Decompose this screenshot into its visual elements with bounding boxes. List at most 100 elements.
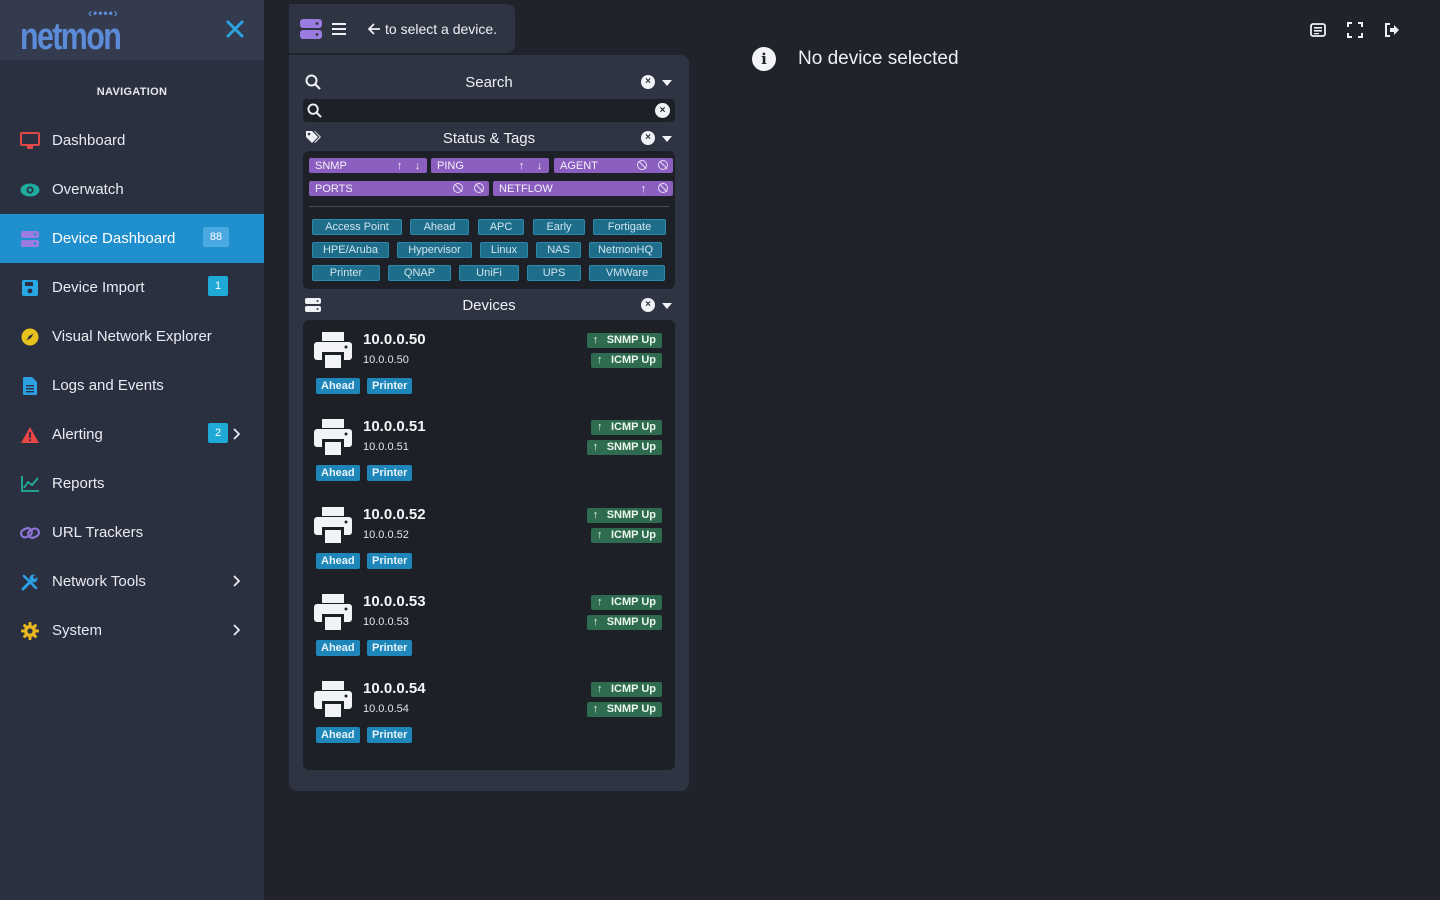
search-input[interactable] bbox=[329, 99, 649, 122]
nav-label: Reports bbox=[52, 475, 105, 492]
device-tag[interactable]: Printer bbox=[367, 553, 413, 569]
server-icon bbox=[20, 229, 40, 249]
gear-icon bbox=[20, 621, 40, 641]
nav-item-network-tools[interactable]: Network Tools bbox=[0, 557, 264, 606]
arrow-up-icon[interactable]: ↑ bbox=[393, 159, 406, 172]
status-filter-ports[interactable]: PORTS bbox=[309, 181, 489, 196]
tag-ahead[interactable]: Ahead bbox=[410, 219, 469, 235]
arrow-up-icon[interactable]: ↑ bbox=[515, 159, 528, 172]
newspaper-icon[interactable] bbox=[1310, 22, 1326, 38]
nav-item-dashboard[interactable]: Dashboard bbox=[0, 116, 264, 165]
device-tag[interactable]: Ahead bbox=[316, 553, 360, 569]
tag-qnap[interactable]: QNAP bbox=[388, 265, 451, 281]
nav-item-device-import[interactable]: Device Import 1 bbox=[0, 263, 264, 312]
arrow-up-icon[interactable]: ↑ bbox=[637, 182, 650, 195]
server-icon[interactable] bbox=[300, 18, 322, 39]
ban-icon[interactable] bbox=[474, 183, 484, 193]
device-row[interactable]: 10.0.0.53 10.0.0.53 Ahead Printer ICMP U… bbox=[303, 582, 675, 669]
device-name: 10.0.0.51 bbox=[363, 418, 426, 435]
clear-status-tags-icon[interactable]: × bbox=[641, 131, 655, 145]
clear-input-icon[interactable]: × bbox=[655, 103, 670, 118]
device-list: 10.0.0.50 10.0.0.50 Ahead Printer SNMP U… bbox=[303, 320, 675, 770]
tag-access-point[interactable]: Access Point bbox=[312, 219, 402, 235]
close-sidebar-icon[interactable] bbox=[224, 18, 246, 40]
caret-down-icon[interactable] bbox=[662, 80, 672, 86]
device-row[interactable]: 10.0.0.50 10.0.0.50 Ahead Printer SNMP U… bbox=[303, 320, 675, 407]
tag-hypervisor[interactable]: Hypervisor bbox=[397, 242, 472, 258]
tag-nas[interactable]: NAS bbox=[536, 242, 581, 258]
chevron-right-icon bbox=[233, 624, 240, 636]
tag-printer[interactable]: Printer bbox=[312, 265, 380, 281]
status-up-badge: SNMP Up bbox=[586, 508, 662, 523]
device-panel-toolbar: to select a device. bbox=[289, 4, 515, 53]
chevron-right-icon bbox=[233, 428, 240, 440]
arrow-left-icon bbox=[368, 22, 380, 35]
device-tag[interactable]: Ahead bbox=[316, 378, 360, 394]
search-section-header[interactable]: Search × bbox=[303, 70, 675, 94]
nav-label: Visual Network Explorer bbox=[52, 328, 212, 345]
search-field[interactable]: × bbox=[303, 99, 675, 122]
caret-down-icon[interactable] bbox=[662, 303, 672, 309]
nav-item-system[interactable]: System bbox=[0, 606, 264, 655]
divider bbox=[309, 206, 669, 207]
nav-item-reports[interactable]: Reports bbox=[0, 459, 264, 508]
tag-vmware[interactable]: VMWare bbox=[589, 265, 665, 281]
device-tag[interactable]: Ahead bbox=[316, 727, 360, 743]
device-row[interactable]: 10.0.0.54 10.0.0.54 Ahead Printer ICMP U… bbox=[303, 669, 675, 756]
logout-icon[interactable] bbox=[1384, 22, 1400, 38]
nav-item-visual-network-explorer[interactable]: Visual Network Explorer bbox=[0, 312, 264, 361]
fullscreen-icon[interactable] bbox=[1347, 22, 1363, 38]
status-label: SNMP bbox=[315, 159, 347, 172]
device-tag[interactable]: Printer bbox=[367, 640, 413, 656]
arrow-down-icon[interactable]: ↓ bbox=[533, 159, 546, 172]
status-tags-section-header[interactable]: Status & Tags × bbox=[303, 126, 675, 150]
status-filter-ping[interactable]: PING ↑ ↓ bbox=[431, 158, 549, 173]
clear-devices-icon[interactable]: × bbox=[641, 298, 655, 312]
tag-early[interactable]: Early bbox=[533, 219, 585, 235]
tag-hpe-aruba[interactable]: HPE/Aruba bbox=[312, 242, 389, 258]
caret-down-icon[interactable] bbox=[662, 136, 672, 142]
status-filter-netflow[interactable]: NETFLOW ↑ bbox=[493, 181, 673, 196]
arrow-down-icon[interactable]: ↓ bbox=[411, 159, 424, 172]
nav-item-alerting[interactable]: Alerting 2 bbox=[0, 410, 264, 459]
nav-item-overwatch[interactable]: Overwatch bbox=[0, 165, 264, 214]
status-filter-agent[interactable]: AGENT bbox=[554, 158, 673, 173]
device-ip: 10.0.0.53 bbox=[363, 616, 409, 628]
tag-fortigate[interactable]: Fortigate bbox=[593, 219, 666, 235]
device-row[interactable]: 10.0.0.52 10.0.0.52 Ahead Printer SNMP U… bbox=[303, 495, 675, 582]
tag-linux[interactable]: Linux bbox=[480, 242, 528, 258]
device-row[interactable]: 10.0.0.51 10.0.0.51 Ahead Printer ICMP U… bbox=[303, 407, 675, 494]
status-label: AGENT bbox=[560, 159, 598, 172]
nav-item-logs-and-events[interactable]: Logs and Events bbox=[0, 361, 264, 410]
netmon-logo[interactable]: ‹••••› netmon bbox=[20, 6, 132, 56]
ban-icon[interactable] bbox=[658, 183, 668, 193]
nav-label: Device Dashboard bbox=[52, 230, 176, 247]
clear-search-icon[interactable]: × bbox=[641, 75, 655, 89]
device-tag[interactable]: Printer bbox=[367, 378, 413, 394]
devices-section-header[interactable]: Devices × bbox=[303, 293, 675, 317]
ban-icon[interactable] bbox=[658, 160, 668, 170]
tag-netmonhq[interactable]: NetmonHQ bbox=[589, 242, 662, 258]
nav-label: URL Trackers bbox=[52, 524, 144, 541]
device-tag[interactable]: Printer bbox=[367, 465, 413, 481]
status-filter-snmp[interactable]: SNMP ↑ ↓ bbox=[309, 158, 427, 173]
nav-item-url-trackers[interactable]: URL Trackers bbox=[0, 508, 264, 557]
tag-unifi[interactable]: UniFi bbox=[459, 265, 519, 281]
tag-ups[interactable]: UPS bbox=[527, 265, 581, 281]
info-icon: i bbox=[752, 47, 776, 71]
status-label: PORTS bbox=[315, 182, 353, 195]
device-name: 10.0.0.53 bbox=[363, 593, 426, 610]
ban-icon[interactable] bbox=[453, 183, 463, 193]
ban-icon[interactable] bbox=[637, 160, 647, 170]
nav-item-device-dashboard[interactable]: Device Dashboard 88 bbox=[0, 214, 264, 263]
device-tag[interactable]: Ahead bbox=[316, 465, 360, 481]
printer-icon bbox=[314, 419, 352, 455]
status-label: PING bbox=[437, 159, 464, 172]
nav-label: Logs and Events bbox=[52, 377, 164, 394]
device-tag[interactable]: Printer bbox=[367, 727, 413, 743]
hamburger-menu-icon[interactable] bbox=[332, 22, 346, 35]
tools-icon bbox=[20, 572, 40, 592]
device-tag[interactable]: Ahead bbox=[316, 640, 360, 656]
status-up-badge: ICMP Up bbox=[590, 682, 662, 697]
tag-apc[interactable]: APC bbox=[478, 219, 524, 235]
